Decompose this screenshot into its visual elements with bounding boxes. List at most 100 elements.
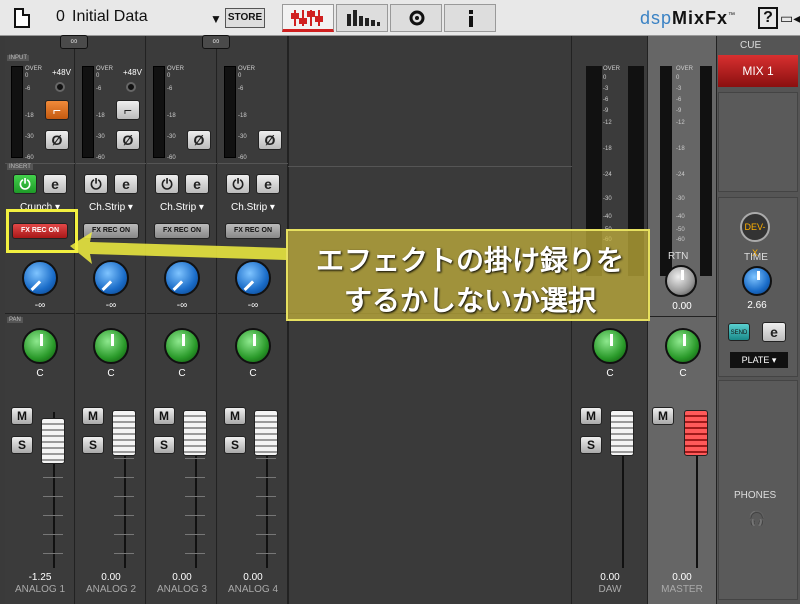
pan-knob[interactable] [93, 328, 129, 364]
meter-tick: -18 [603, 146, 612, 152]
mute-button[interactable]: M [11, 407, 33, 425]
tab-mixer[interactable] [282, 4, 334, 32]
meter-tick: 0 [25, 73, 29, 79]
meter-tick: -12 [676, 120, 685, 126]
document-icon[interactable] [14, 8, 30, 28]
meter-tick: 0 [603, 75, 607, 81]
meter-bars-icon [347, 10, 380, 26]
divider [76, 313, 146, 314]
fader-scale-mark [43, 496, 63, 497]
tab-settings[interactable] [390, 4, 442, 32]
pan-knob[interactable] [235, 328, 271, 364]
strip-name: ANALOG 1 [14, 584, 66, 595]
mute-button[interactable]: M [652, 407, 674, 425]
effect-edit-button[interactable]: e [256, 174, 280, 194]
rtn-value: 0.00 [672, 301, 692, 312]
insert-power-icon[interactable]: ⏻ [84, 174, 108, 194]
mute-button[interactable]: M [580, 407, 602, 425]
phase-invert-icon[interactable]: Ø [187, 130, 211, 150]
meter-tick: -60 [238, 155, 247, 161]
fader-scale-mark [185, 515, 205, 516]
reverb-type-select[interactable]: PLATE ▾ [730, 352, 788, 368]
fader-scale-mark [114, 496, 134, 497]
meter-tick: -18 [96, 113, 105, 119]
phase-invert-icon[interactable]: Ø [258, 130, 282, 150]
fader-master[interactable] [684, 410, 708, 456]
level-meter [11, 66, 23, 158]
link-icon[interactable]: ∞ [60, 35, 88, 49]
meter-tick: -60 [25, 155, 34, 161]
meter-tick: -60 [167, 155, 176, 161]
link-icon[interactable]: ∞ [202, 35, 230, 49]
solo-button[interactable]: S [224, 436, 246, 454]
effect-edit-button[interactable]: e [114, 174, 138, 194]
rtn-knob[interactable] [665, 265, 697, 297]
fader-daw[interactable] [610, 410, 634, 456]
fader-analog-4[interactable] [254, 410, 278, 456]
insert-effect-select[interactable]: Ch.Strip ▾ [224, 201, 282, 215]
insert-effect-select[interactable]: Ch.Strip ▾ [82, 201, 140, 215]
insert-power-icon[interactable]: ⏻ [13, 174, 37, 194]
exit-icon[interactable]: ▭◂ [780, 10, 800, 27]
mute-button[interactable]: M [82, 407, 104, 425]
divider [288, 166, 572, 167]
tab-info[interactable] [444, 4, 496, 32]
effect-edit-button[interactable]: e [762, 322, 786, 342]
pan-knob[interactable] [22, 328, 58, 364]
phase-invert-icon[interactable]: Ø [116, 130, 140, 150]
meter-tick: -30 [603, 196, 612, 202]
chevron-down-icon[interactable]: ▼ [210, 12, 222, 26]
strip-name: MASTER [661, 584, 703, 595]
solo-button[interactable]: S [580, 436, 602, 454]
fader-value: -1.25 [28, 572, 52, 583]
solo-button[interactable]: S [11, 436, 33, 454]
preset-name[interactable]: Initial Data [72, 8, 148, 26]
send-button[interactable]: SEND [728, 323, 750, 341]
fader-scale-mark [43, 477, 63, 478]
pan-value: C [107, 368, 115, 379]
fader-analog-1[interactable] [41, 418, 65, 464]
solo-button[interactable]: S [153, 436, 175, 454]
divider [5, 313, 75, 314]
top-bar: 0 Initial Data ▼ STORE dspMixFx™ ? ▭◂ [0, 0, 800, 36]
pan-knob-daw[interactable] [592, 328, 628, 364]
meter-tick: -18 [676, 146, 685, 152]
meter-tick: -30 [96, 134, 105, 140]
pan-knob-master[interactable] [665, 328, 701, 364]
tab-meter[interactable] [336, 4, 388, 32]
faders-icon [291, 10, 323, 26]
fx-rec-highlight [6, 209, 78, 253]
fader-analog-2[interactable] [112, 410, 136, 456]
fader-scale-mark [185, 458, 205, 459]
meter-tick: OVER [603, 66, 621, 72]
meter-tick: -6 [167, 86, 173, 92]
phantom-label: +48V [123, 68, 142, 77]
solo-button[interactable]: S [82, 436, 104, 454]
insert-effect-select[interactable]: Ch.Strip ▾ [153, 201, 211, 215]
phase-invert-icon[interactable]: Ø [45, 130, 69, 150]
insert-power-icon[interactable]: ⏻ [155, 174, 179, 194]
mute-button[interactable]: M [224, 407, 246, 425]
meter-tick: -40 [603, 214, 612, 220]
gear-icon [409, 10, 425, 26]
send-knob[interactable] [22, 260, 58, 296]
time-knob[interactable] [742, 266, 772, 296]
effect-edit-button[interactable]: e [185, 174, 209, 194]
help-icon[interactable]: ? [758, 7, 778, 29]
phantom-power-indicator[interactable] [126, 82, 136, 92]
send-value: -∞ [105, 300, 117, 311]
mute-button[interactable]: M [153, 407, 175, 425]
fader-scale-mark [114, 477, 134, 478]
highpass-icon[interactable]: ⌐ [45, 100, 69, 120]
fader-analog-3[interactable] [183, 410, 207, 456]
store-button[interactable]: STORE [225, 8, 265, 28]
meter-tick: -3 [676, 86, 682, 92]
insert-power-icon[interactable]: ⏻ [226, 174, 250, 194]
pan-knob[interactable] [164, 328, 200, 364]
mix1-button[interactable]: MIX 1 [718, 55, 798, 87]
effect-edit-button[interactable]: e [43, 174, 67, 194]
highpass-icon[interactable]: ⌐ [116, 100, 140, 120]
section-label: INSERT [7, 164, 33, 170]
phantom-power-indicator[interactable] [55, 82, 65, 92]
fader-scale-mark [256, 553, 276, 554]
